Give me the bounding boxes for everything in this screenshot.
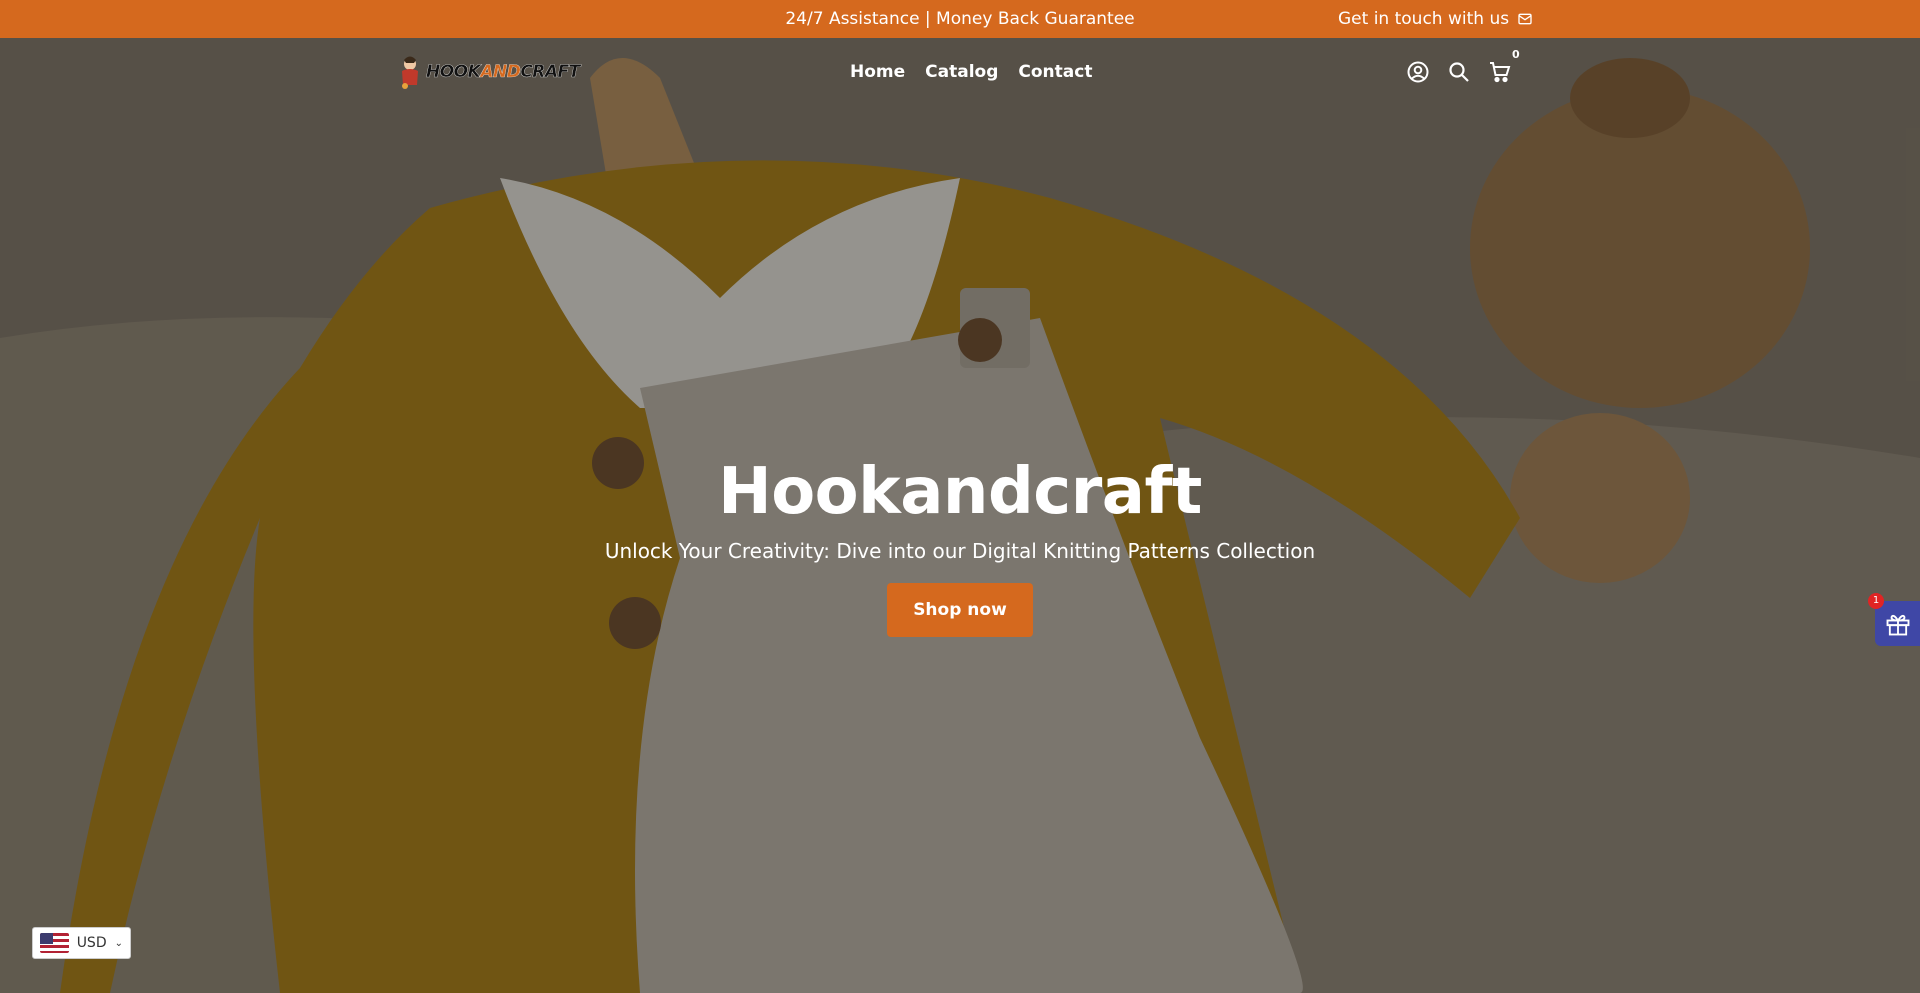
main-nav: Home Catalog Contact [850,62,1092,82]
mail-icon [1518,13,1532,25]
logo-text-hook: HOOK [426,62,481,82]
gift-widget-button[interactable]: 1 [1868,593,1920,646]
cart-icon [1490,62,1511,83]
account-button[interactable] [1406,60,1430,84]
contact-label: Get in touch with us [1338,9,1510,29]
search-icon [1449,62,1469,82]
header-icons: 0 [1406,48,1520,84]
site-header: HOOKANDCRAFT Home Catalog Contact 0 [0,38,1920,108]
announcement-text: 24/7 Assistance | Money Back Guarantee [785,9,1135,29]
logo-text: HOOKANDCRAFT [426,62,581,82]
contact-link[interactable]: Get in touch with us [1338,9,1533,29]
gift-icon [1886,614,1909,635]
announcement-bar: 24/7 Assistance | Money Back Guarantee G… [0,0,1920,38]
nav-contact[interactable]: Contact [1018,62,1092,82]
cart-count: 0 [1512,48,1520,61]
nav-home[interactable]: Home [850,62,905,82]
hero-content: Hookandcraft Unlock Your Creativity: Div… [0,455,1920,637]
currency-selector[interactable]: USD ⌄ [32,927,131,959]
logo[interactable]: HOOKANDCRAFT [398,55,580,89]
cart-button[interactable]: 0 [1488,48,1520,84]
logo-text-craft: CRAFT [520,62,580,82]
nav-catalog[interactable]: Catalog [925,62,998,82]
chevron-down-icon: ⌄ [114,937,123,949]
account-icon [1407,61,1429,83]
us-flag-icon [40,933,69,953]
shop-now-button[interactable]: Shop now [887,583,1033,637]
logo-mascot-icon [402,56,418,89]
gift-badge: 1 [1868,593,1884,609]
logo-text-and: AND [480,62,521,82]
search-button[interactable] [1447,60,1471,84]
currency-code: USD [76,935,107,951]
hero-title: Hookandcraft [718,455,1202,529]
hero-subtitle: Unlock Your Creativity: Dive into our Di… [604,539,1316,563]
